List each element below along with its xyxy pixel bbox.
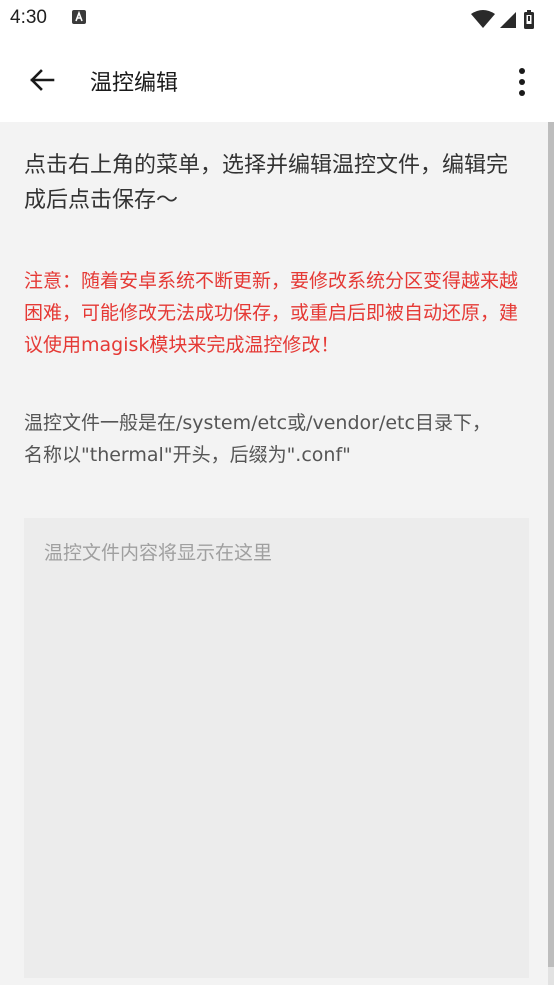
status-icons — [466, 8, 546, 30]
a-notification-icon — [72, 10, 86, 24]
scrollbar-thumb[interactable] — [548, 122, 554, 967]
editor-placeholder: 温控文件内容将显示在这里 — [44, 542, 273, 564]
more-vertical-icon — [519, 68, 525, 96]
overflow-menu-button[interactable] — [502, 60, 542, 104]
status-bar: 4:30 — [0, 0, 554, 38]
warning-text: 注意：随着安卓系统不断更新，要修改系统分区变得越来越困难，可能修改无法成功保存，… — [24, 270, 519, 356]
back-button[interactable] — [20, 58, 64, 102]
thermal-config-editor[interactable]: 温控文件内容将显示在这里 — [24, 518, 529, 978]
arrow-left-icon — [30, 69, 55, 91]
app-bar: 温控编辑 — [0, 38, 554, 122]
wifi-icon — [471, 10, 495, 28]
page-title: 温控编辑 — [90, 71, 179, 96]
signal-icon — [500, 12, 516, 28]
battery-icon — [524, 10, 534, 29]
intro-text: 点击右上角的菜单，选择并编辑温控文件，编辑完成后点击保存～ — [24, 153, 509, 213]
status-time: 4:30 — [10, 7, 47, 28]
info-text: 温控文件一般是在/system/etc或/vendor/etc目录下，名称以"t… — [24, 412, 491, 466]
